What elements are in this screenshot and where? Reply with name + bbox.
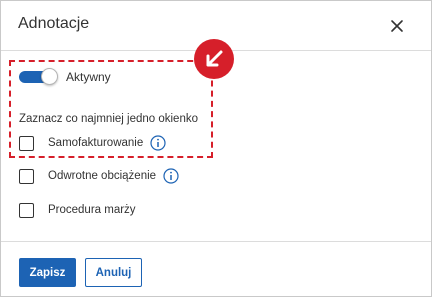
checkbox-margin-procedure[interactable] bbox=[19, 202, 34, 218]
annotations-dialog: Adnotacje Aktywny Zaznacz co najmniej je… bbox=[0, 0, 432, 297]
dialog-footer: Zapisz Anuluj bbox=[1, 241, 431, 297]
info-icon[interactable] bbox=[163, 168, 179, 184]
option-label: Odwrotne obciążenie bbox=[48, 170, 157, 182]
checkbox-self-billing[interactable] bbox=[19, 135, 34, 151]
toggle-knob bbox=[41, 68, 58, 85]
option-reverse-charge: Odwrotne obciążenie bbox=[19, 167, 179, 185]
selection-hint: Zaznacz co najmniej jedno okienko bbox=[19, 113, 198, 125]
save-button[interactable]: Zapisz bbox=[19, 258, 76, 287]
option-label: Procedura marży bbox=[48, 204, 136, 216]
checkbox-reverse-charge[interactable] bbox=[19, 168, 34, 184]
active-toggle-row: Aktywny bbox=[19, 68, 111, 86]
close-icon[interactable] bbox=[389, 18, 405, 34]
option-margin-procedure: Procedura marży bbox=[19, 201, 136, 219]
arrow-down-left-icon bbox=[194, 39, 234, 79]
active-toggle-label: Aktywny bbox=[66, 70, 111, 84]
dialog-title: Adnotacje bbox=[18, 15, 90, 32]
cancel-button[interactable]: Anuluj bbox=[85, 258, 142, 287]
option-self-billing: Samofakturowanie bbox=[19, 134, 166, 152]
info-icon[interactable] bbox=[150, 135, 166, 151]
option-label: Samofakturowanie bbox=[48, 137, 144, 149]
active-toggle[interactable] bbox=[19, 68, 58, 85]
